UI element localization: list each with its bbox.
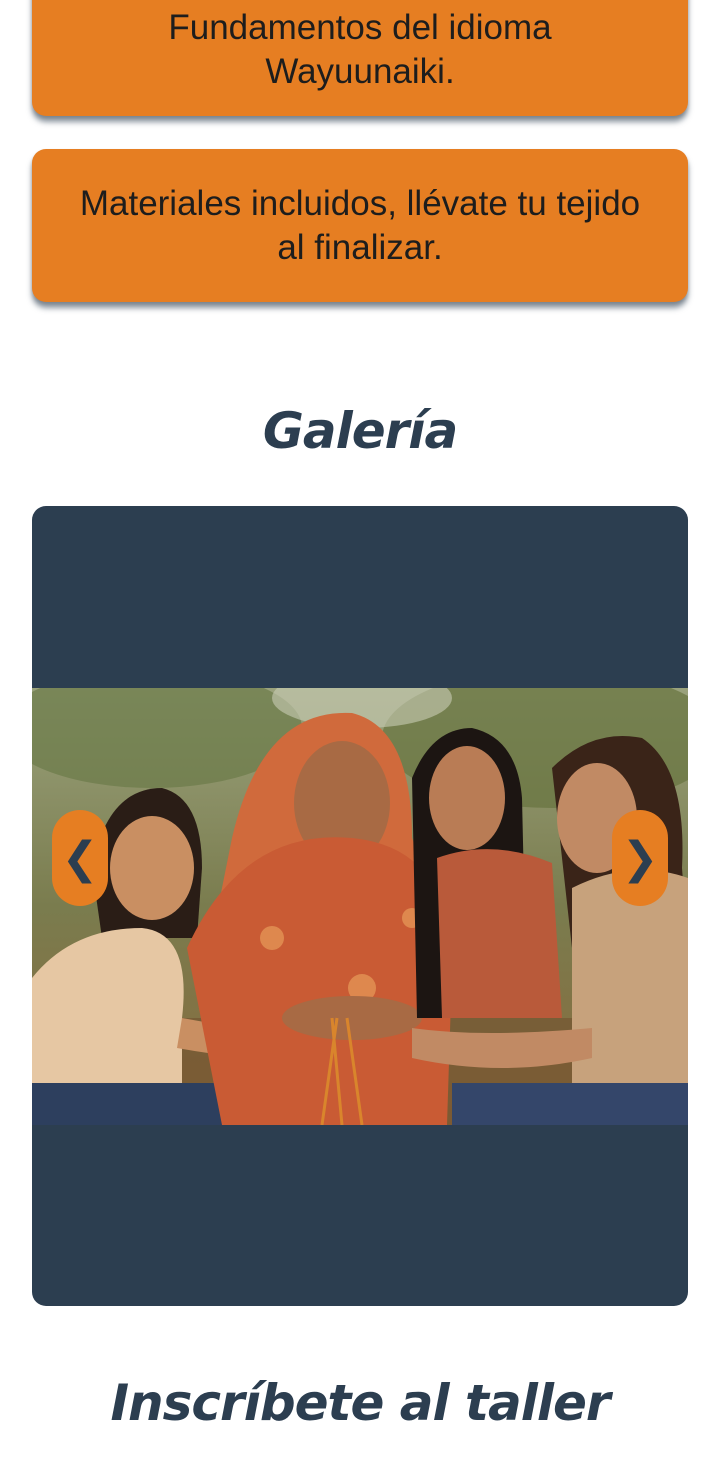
page: Fundamentos del idioma Wayuunaiki. Mater… <box>0 0 720 1463</box>
feature-text-materials: Materiales incluidos, llévate tu tejido … <box>79 183 641 267</box>
gallery-next-button[interactable]: ❯ <box>612 810 668 906</box>
feature-text-language: Fundamentos del idioma Wayuunaiki. <box>168 8 552 91</box>
feature-card-materials: Materiales incluidos, llévate tu tejido … <box>32 149 688 302</box>
chevron-left-icon: ❮ <box>61 832 99 884</box>
gallery-photo[interactable] <box>32 688 688 1125</box>
feature-card-language: Fundamentos del idioma Wayuunaiki. <box>32 0 688 116</box>
gallery-title: Galería <box>262 402 458 460</box>
gallery-prev-button[interactable]: ❮ <box>52 810 108 906</box>
gallery-photo-illustration <box>32 688 688 1125</box>
chevron-right-icon: ❯ <box>621 832 659 884</box>
signup-title: Inscríbete al taller <box>110 1374 610 1432</box>
gallery-carousel: ❮ ❯ <box>32 506 688 1306</box>
